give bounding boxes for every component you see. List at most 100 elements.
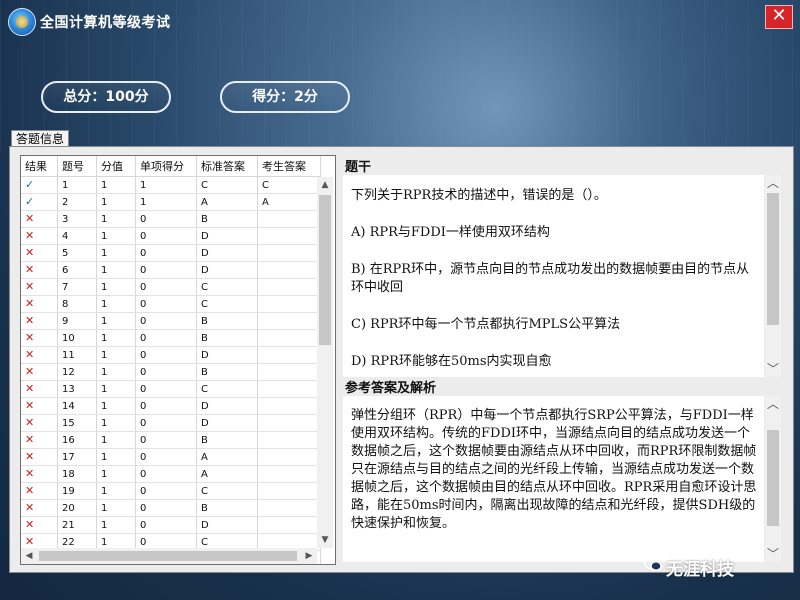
answer-text-area[interactable]: 弹性分组环（RPR）中每一个节点都执行SRP公平算法，与FDDI一样使用双环结构… (343, 396, 764, 562)
cell-question-number: 4 (57, 227, 97, 245)
cell-candidate-answer (257, 295, 321, 313)
cell-candidate-answer: A (257, 193, 321, 211)
cell-standard-answer: D (196, 244, 258, 262)
option-b: B) 在RPR环中，源节点向目的节点成功发出的数据帧要由目的节点从环中收回 (351, 262, 750, 295)
column-header-standard-answer[interactable]: 标准答案 (196, 156, 258, 177)
table-row[interactable]: ✕ 11 1 0 D (21, 346, 321, 364)
results-table-body: ✓ 1 1 1 C C ✓ 2 1 1 A A ✕ 3 1 0 B ✕ 4 1 0 D ✕ 5 1 0 D ✕ 6 1 0 D ✕ 7 1 0 C ✕ 8 1… (21, 176, 321, 564)
scroll-up-icon[interactable]: ▲ (317, 177, 333, 193)
cell-candidate-answer (257, 431, 321, 449)
cell-candidate-answer (257, 312, 321, 330)
cell-item-score: 0 (135, 499, 197, 517)
cell-points: 1 (96, 227, 136, 245)
cell-points: 1 (96, 431, 136, 449)
cell-points: 1 (96, 516, 136, 534)
cell-points: 1 (96, 278, 136, 296)
answer-vscroll-thumb[interactable] (767, 430, 779, 526)
column-header-number[interactable]: 题号 (57, 156, 97, 177)
app-logo (8, 8, 36, 36)
table-row[interactable]: ✕ 12 1 0 B (21, 363, 321, 381)
cell-question-number: 19 (57, 482, 97, 500)
cell-candidate-answer: C (257, 176, 321, 194)
cell-question-number: 20 (57, 499, 97, 517)
cell-points: 1 (96, 176, 136, 194)
cell-points: 1 (96, 448, 136, 466)
question-text-area[interactable]: 下列关于RPR技术的描述中，错误的是（）。 A) RPR与FDDI一样使用双环结… (343, 175, 764, 377)
scroll-left-icon[interactable]: ◀ (21, 548, 37, 564)
table-row[interactable]: ✕ 13 1 0 C (21, 380, 321, 398)
question-scroll-up-icon[interactable]: ︿ (765, 175, 781, 191)
table-row[interactable]: ✕ 7 1 0 C (21, 278, 321, 296)
cell-question-number: 10 (57, 329, 97, 347)
scroll-right-icon[interactable]: ▶ (301, 548, 317, 564)
column-header-result[interactable]: 结果 (21, 156, 58, 177)
table-row[interactable]: ✕ 9 1 0 B (21, 312, 321, 330)
wrong-mark-icon: ✕ (21, 261, 58, 279)
cell-standard-answer: C (196, 380, 258, 398)
table-row[interactable]: ✕ 17 1 0 A (21, 448, 321, 466)
table-row[interactable]: ✕ 5 1 0 D (21, 244, 321, 262)
cell-points: 1 (96, 329, 136, 347)
cell-standard-answer: D (196, 227, 258, 245)
table-row[interactable]: ✕ 15 1 0 D (21, 414, 321, 432)
results-hscroll-thumb[interactable] (39, 551, 297, 561)
results-vscroll-thumb[interactable] (319, 195, 331, 345)
cell-points: 1 (96, 312, 136, 330)
cell-points: 1 (96, 193, 136, 211)
wrong-mark-icon: ✕ (21, 499, 58, 517)
cell-question-number: 6 (57, 261, 97, 279)
cell-question-number: 5 (57, 244, 97, 262)
table-row[interactable]: ✕ 18 1 0 A (21, 465, 321, 483)
results-horizontal-scrollbar[interactable]: ◀ ▶ (21, 548, 317, 564)
column-header-points[interactable]: 分值 (96, 156, 136, 177)
results-table: 结果 题号 分值 单项得分 标准答案 考生答案 ✓ 1 1 1 C C ✓ 2 1 1 A A ✕ 3 1 0… (21, 156, 321, 564)
column-header-candidate-answer[interactable]: 考生答案 (257, 156, 321, 177)
close-button[interactable]: ✕ (765, 5, 793, 29)
column-header-item-score[interactable]: 单项得分 (135, 156, 197, 177)
tab-answer-info[interactable]: 答题信息 (11, 130, 70, 147)
table-row[interactable]: ✕ 21 1 0 D (21, 516, 321, 534)
cell-standard-answer: B (196, 499, 258, 517)
correct-mark-icon: ✓ (21, 176, 58, 194)
wrong-mark-icon: ✕ (21, 380, 58, 398)
cell-item-score: 0 (135, 295, 197, 313)
table-row[interactable]: ✕ 20 1 0 B (21, 499, 321, 517)
answer-scroll-down-icon[interactable]: ﹀ (765, 546, 781, 562)
cell-item-score: 0 (135, 431, 197, 449)
table-row[interactable]: ✕ 10 1 0 B (21, 329, 321, 347)
cell-item-score: 0 (135, 414, 197, 432)
table-row[interactable]: ✕ 19 1 0 C (21, 482, 321, 500)
cell-standard-answer: A (196, 193, 258, 211)
question-vertical-scrollbar[interactable]: ︿ ﹀ (765, 175, 781, 377)
answer-scroll-up-icon[interactable]: ︿ (765, 396, 781, 412)
cell-candidate-answer (257, 346, 321, 364)
question-vscroll-thumb[interactable] (767, 193, 779, 325)
wrong-mark-icon: ✕ (21, 346, 58, 364)
cell-standard-answer: D (196, 261, 258, 279)
answer-section-title: 参考答案及解析 (345, 381, 437, 396)
cell-standard-answer: B (196, 431, 258, 449)
table-row[interactable]: ✕ 6 1 0 D (21, 261, 321, 279)
cell-candidate-answer (257, 448, 321, 466)
results-vertical-scrollbar[interactable]: ▲ ▼ (317, 177, 333, 548)
cell-candidate-answer (257, 499, 321, 517)
cell-candidate-answer (257, 363, 321, 381)
table-row[interactable]: ✕ 14 1 0 D (21, 397, 321, 415)
cell-item-score: 0 (135, 312, 197, 330)
table-row[interactable]: ✓ 1 1 1 C C (21, 176, 321, 194)
cell-question-number: 14 (57, 397, 97, 415)
cell-standard-answer: D (196, 397, 258, 415)
table-row[interactable]: ✕ 8 1 0 C (21, 295, 321, 313)
table-row[interactable]: ✕ 3 1 0 B (21, 210, 321, 228)
total-score-badge: 总分：100分 (41, 81, 171, 113)
wrong-mark-icon: ✕ (21, 227, 58, 245)
scroll-down-icon[interactable]: ▼ (317, 532, 333, 548)
table-row[interactable]: ✕ 16 1 0 B (21, 431, 321, 449)
watermark-text: 无涯科技 (666, 560, 734, 580)
question-scroll-down-icon[interactable]: ﹀ (765, 361, 781, 377)
wrong-mark-icon: ✕ (21, 210, 58, 228)
table-row[interactable]: ✕ 4 1 0 D (21, 227, 321, 245)
table-row[interactable]: ✓ 2 1 1 A A (21, 193, 321, 211)
answer-vertical-scrollbar[interactable]: ︿ ﹀ (765, 396, 781, 562)
tab-strip: 答题信息 (8, 128, 792, 148)
